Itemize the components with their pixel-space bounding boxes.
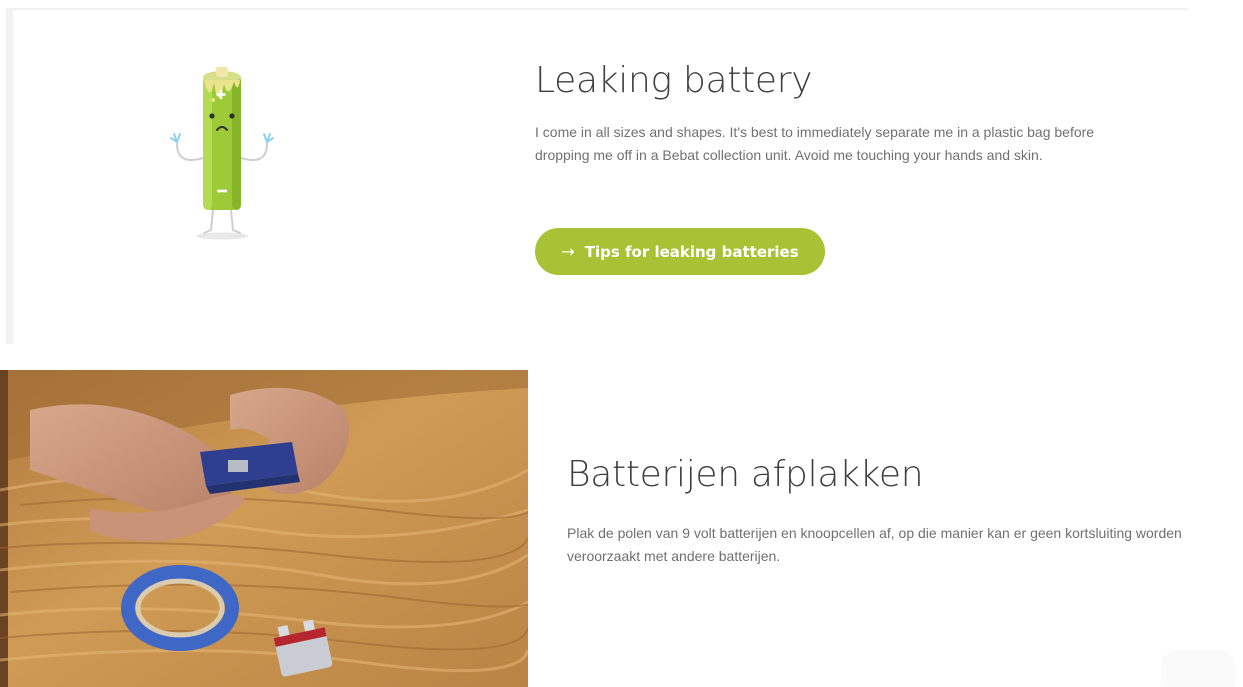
arrow-right-icon: → (561, 242, 575, 261)
tips-button-label: Tips for leaking batteries (584, 242, 799, 261)
leaking-battery-title: Leaking battery (535, 60, 813, 101)
leaking-battery-description: I come in all sizes and shapes. It's bes… (535, 124, 1095, 163)
leaking-battery-illustration (166, 60, 278, 244)
taping-batteries-photo (0, 370, 528, 687)
taping-batteries-description: Plak de polen van 9 volt batterijen en k… (567, 525, 1182, 564)
taping-batteries-title: Batterijen afplakken (567, 454, 924, 495)
tips-leaking-batteries-button[interactable]: → Tips for leaking batteries (535, 228, 825, 275)
corner-widget[interactable] (1163, 652, 1233, 687)
taping-batteries-section: Batterijen afplakken Plak de polen van 9… (0, 370, 1243, 687)
